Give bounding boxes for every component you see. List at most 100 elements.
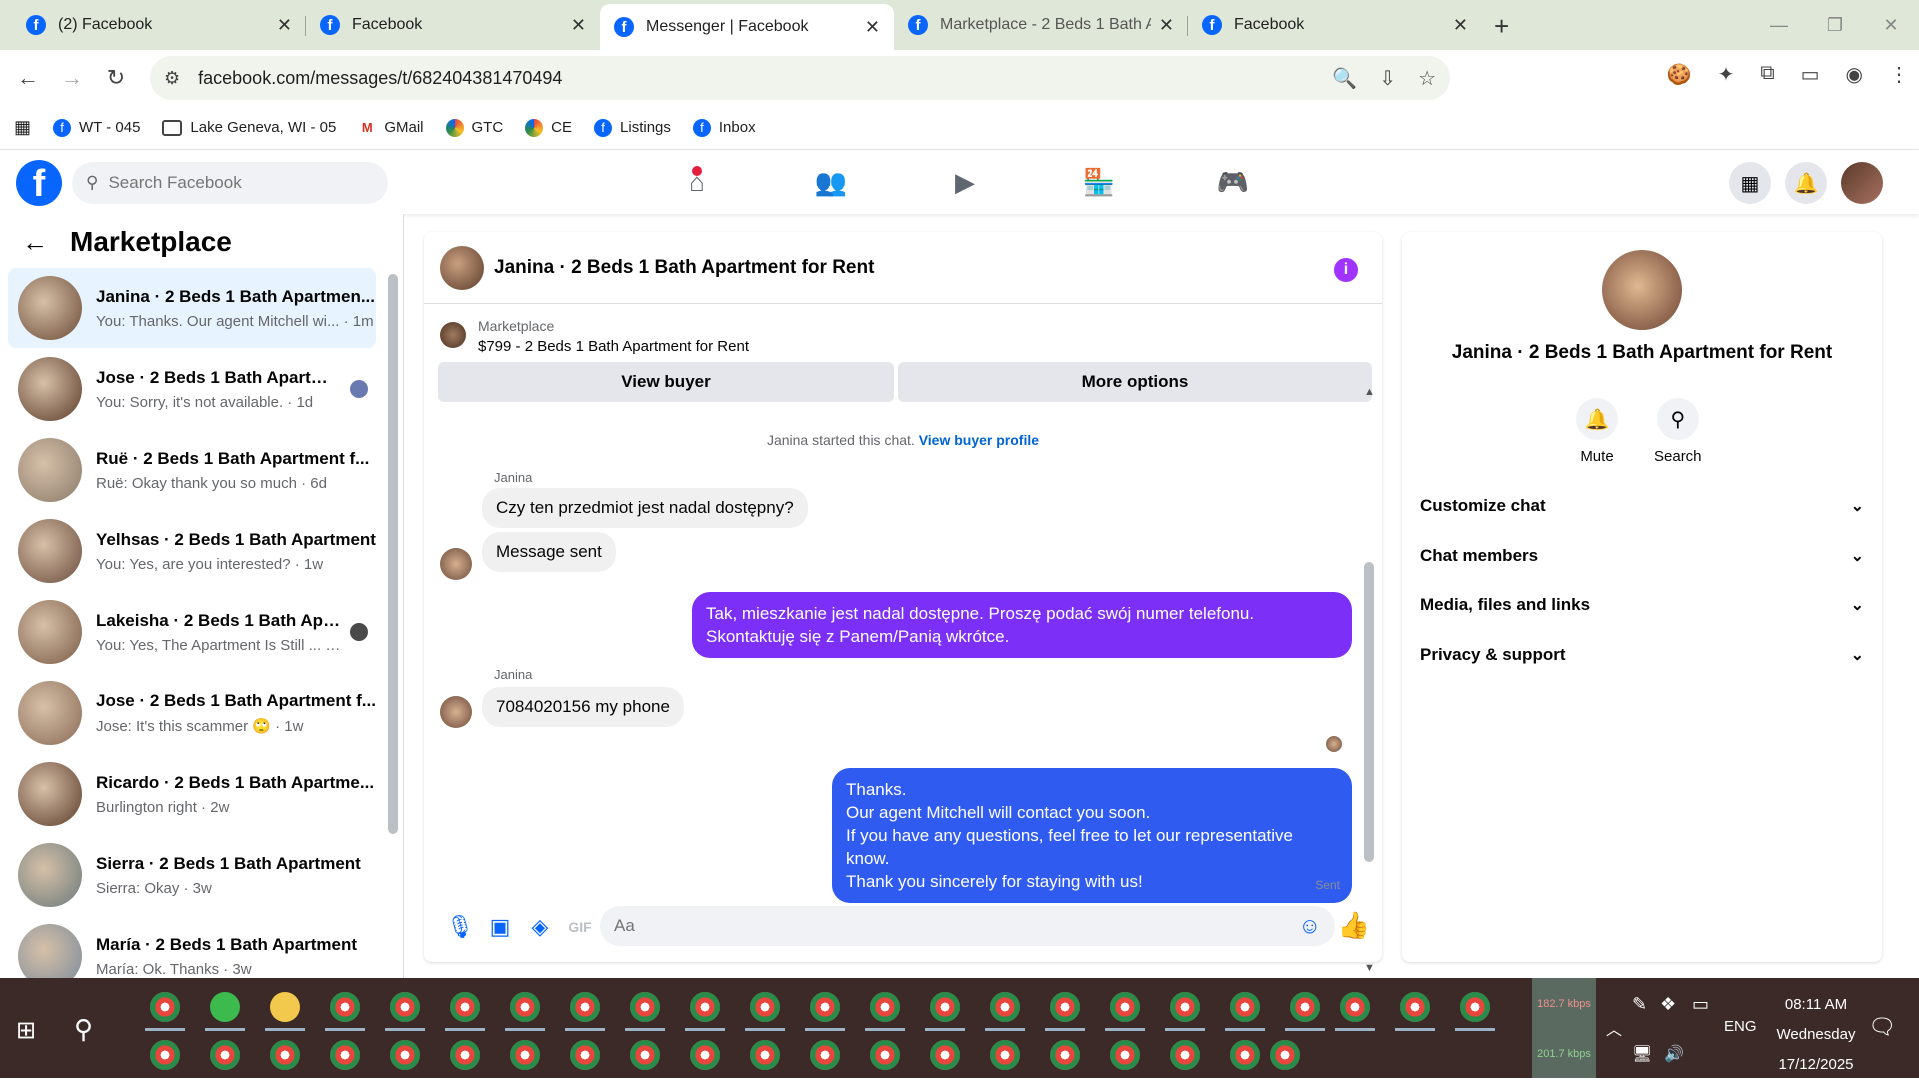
bookmark-item[interactable]: f WT - 045 <box>53 118 140 137</box>
message-input-box[interactable]: ☺ <box>600 906 1335 946</box>
taskbar-app-icon[interactable] <box>690 1040 720 1070</box>
taskbar-app-icon[interactable] <box>570 1040 600 1070</box>
search-action[interactable]: ⚲ Search <box>1654 398 1702 465</box>
taskbar-app-icon[interactable] <box>1170 1040 1200 1070</box>
friends-icon[interactable]: 👥 <box>764 150 898 214</box>
customize-chat-row[interactable]: Customize chat ⌄ <box>1420 482 1864 530</box>
taskbar-app-icon[interactable] <box>1170 992 1200 1022</box>
taskbar-app-icon[interactable] <box>930 1040 960 1070</box>
taskbar-app-icon[interactable] <box>150 1040 180 1070</box>
taskbar-search-icon[interactable]: ⚲ <box>74 1014 93 1045</box>
windows-start-icon[interactable]: ⊞ <box>16 1016 36 1045</box>
menu-dots-icon[interactable]: ⋮ <box>1889 62 1909 87</box>
incoming-message[interactable]: Message sent <box>482 532 616 572</box>
language-indicator[interactable]: ENG <box>1724 1018 1757 1035</box>
taskbar-app-icon[interactable] <box>210 1040 240 1070</box>
mute-action[interactable]: 🔔 Mute <box>1576 398 1618 465</box>
taskbar-app-icon[interactable] <box>330 1040 360 1070</box>
taskbar-app-icon[interactable] <box>870 1040 900 1070</box>
chat-title[interactable]: Janina · 2 Beds 1 Bath Apartment for Ren… <box>494 257 874 279</box>
browser-tab[interactable]: f Marketplace - 2 Beds 1 Bath Ap ✕ <box>894 4 1188 46</box>
chat-scroll-thumb[interactable] <box>1364 562 1374 862</box>
browser-tab[interactable]: f Facebook ✕ <box>1188 4 1482 46</box>
sender-avatar[interactable] <box>440 696 472 728</box>
taskbar-app-icon[interactable] <box>870 992 900 1022</box>
emoji-icon[interactable]: ☺ <box>1299 913 1321 939</box>
taskbar-app-icon[interactable] <box>570 992 600 1022</box>
browser-tab-active[interactable]: f Messenger | Facebook ✕ <box>600 4 894 50</box>
scroll-down-icon[interactable]: ▼ <box>1364 962 1375 974</box>
view-buyer-profile-link[interactable]: View buyer profile <box>919 432 1039 448</box>
taskbar-app-icon[interactable] <box>1110 1040 1140 1070</box>
microphone-icon[interactable]: 🎙 <box>440 914 480 940</box>
taskbar-app-icon[interactable] <box>810 1040 840 1070</box>
tray-overflow-icon[interactable]: ︿ <box>1606 1016 1622 1040</box>
chat-photo[interactable] <box>1602 250 1682 330</box>
photo-icon[interactable]: ▣ <box>480 914 520 940</box>
outgoing-message[interactable]: Tak, mieszkanie jest nadal dostępne. Pro… <box>692 592 1352 658</box>
sidebar-scrollbar[interactable] <box>388 274 398 834</box>
taskbar-app-icon[interactable] <box>1460 992 1490 1022</box>
taskbar-app-icon[interactable] <box>990 992 1020 1022</box>
battery-icon[interactable]: ▭ <box>1692 994 1709 1015</box>
facebook-search-input[interactable] <box>108 173 349 193</box>
privacy-support-row[interactable]: Privacy & support ⌄ <box>1420 631 1864 679</box>
taskbar-app-icon[interactable] <box>1290 992 1320 1022</box>
bookmark-item[interactable]: Lake Geneva, WI - 05 <box>162 119 336 136</box>
bookmark-item[interactable]: M GMail <box>358 119 424 137</box>
view-buyer-button[interactable]: View buyer <box>438 362 894 402</box>
taskbar-app-icon[interactable] <box>750 992 780 1022</box>
media-files-links-row[interactable]: Media, files and links ⌄ <box>1420 581 1864 629</box>
outgoing-message[interactable]: Thanks. Our agent Mitchell will contact … <box>832 768 1352 903</box>
chat-scrollbar[interactable]: ▲ ▼ <box>1364 386 1375 974</box>
chat-thumbnail[interactable] <box>440 245 484 290</box>
conversation-item[interactable]: Sierra · 2 Beds 1 Bath Apartment Sierra: … <box>8 835 376 915</box>
conversation-item[interactable]: Ricardo · 2 Beds 1 Bath Apartme... Burlin… <box>8 754 376 834</box>
info-icon[interactable]: i <box>1334 258 1358 282</box>
forward-icon[interactable]: → <box>50 65 94 91</box>
chat-members-row[interactable]: Chat members ⌄ <box>1420 532 1864 580</box>
taskbar-app-icon[interactable] <box>390 992 420 1022</box>
taskbar-app-icon[interactable] <box>810 992 840 1022</box>
taskbar-app-icon[interactable] <box>210 992 240 1022</box>
profile-icon[interactable]: ◉ <box>1846 62 1863 87</box>
search-icon[interactable]: ⚲ <box>1656 398 1699 440</box>
conversation-item[interactable]: Lakeisha · 2 Beds 1 Bath Apart... You: Ye… <box>8 592 376 672</box>
gif-icon[interactable]: GIF <box>560 919 600 935</box>
url-omnibox[interactable]: ⚙ facebook.com/messages/t/68240438147049… <box>150 56 1450 100</box>
minimize-icon[interactable]: — <box>1751 15 1807 36</box>
conversation-item[interactable]: Jose · 2 Beds 1 Bath Apartme... You: Sorr… <box>8 349 376 429</box>
site-settings-icon[interactable]: ⚙ <box>164 68 180 89</box>
gaming-icon[interactable]: 🎮 <box>1166 150 1300 214</box>
taskbar-app-icon[interactable] <box>1270 1040 1300 1070</box>
message-input[interactable] <box>614 916 1254 936</box>
taskbar-app-icon[interactable] <box>1050 1040 1080 1070</box>
taskbar-app-icon[interactable] <box>930 992 960 1022</box>
conversation-item[interactable]: Jose · 2 Beds 1 Bath Apartment f... Jose:… <box>8 673 376 753</box>
volume-icon[interactable]: 🔊 <box>1664 1044 1684 1064</box>
taskbar-app-icon[interactable] <box>990 1040 1020 1070</box>
extension-icon[interactable]: ✦ <box>1718 62 1735 87</box>
thumbs-up-icon[interactable]: 👍 <box>1338 910 1370 941</box>
bookmark-item[interactable]: GTC <box>445 118 503 137</box>
network-icon[interactable]: 🖥 <box>1632 1044 1652 1064</box>
taskbar-app-icon[interactable] <box>270 992 300 1022</box>
taskbar-app-icon[interactable] <box>630 1040 660 1070</box>
browser-tab[interactable]: f (2) Facebook ✕ <box>12 4 306 46</box>
cookie-extension-icon[interactable]: 🍪 <box>1667 62 1692 87</box>
tab-search-icon[interactable]: ▭ <box>1801 62 1820 87</box>
restore-icon[interactable]: ❐ <box>1807 15 1863 36</box>
browser-tab[interactable]: f Facebook ✕ <box>306 4 600 46</box>
bell-icon[interactable]: 🔔 <box>1576 398 1618 440</box>
taskbar-app-icon[interactable] <box>1230 1040 1260 1070</box>
notifications-bell-icon[interactable]: 🔔 <box>1785 162 1827 204</box>
close-tab-icon[interactable]: ✕ <box>571 15 586 36</box>
bookmark-star-icon[interactable]: ☆ <box>1418 66 1436 91</box>
incoming-message[interactable]: 7084020156 my phone <box>482 687 684 727</box>
listing-title[interactable]: $799 - 2 Beds 1 Bath Apartment for Rent <box>478 338 749 355</box>
taskbar-app-icon[interactable] <box>150 992 180 1022</box>
menu-grid-icon[interactable]: ▦ <box>1729 162 1771 204</box>
taskbar-app-icon[interactable] <box>450 1040 480 1070</box>
new-tab-icon[interactable]: + <box>1494 11 1509 42</box>
close-window-icon[interactable]: ✕ <box>1863 15 1919 36</box>
